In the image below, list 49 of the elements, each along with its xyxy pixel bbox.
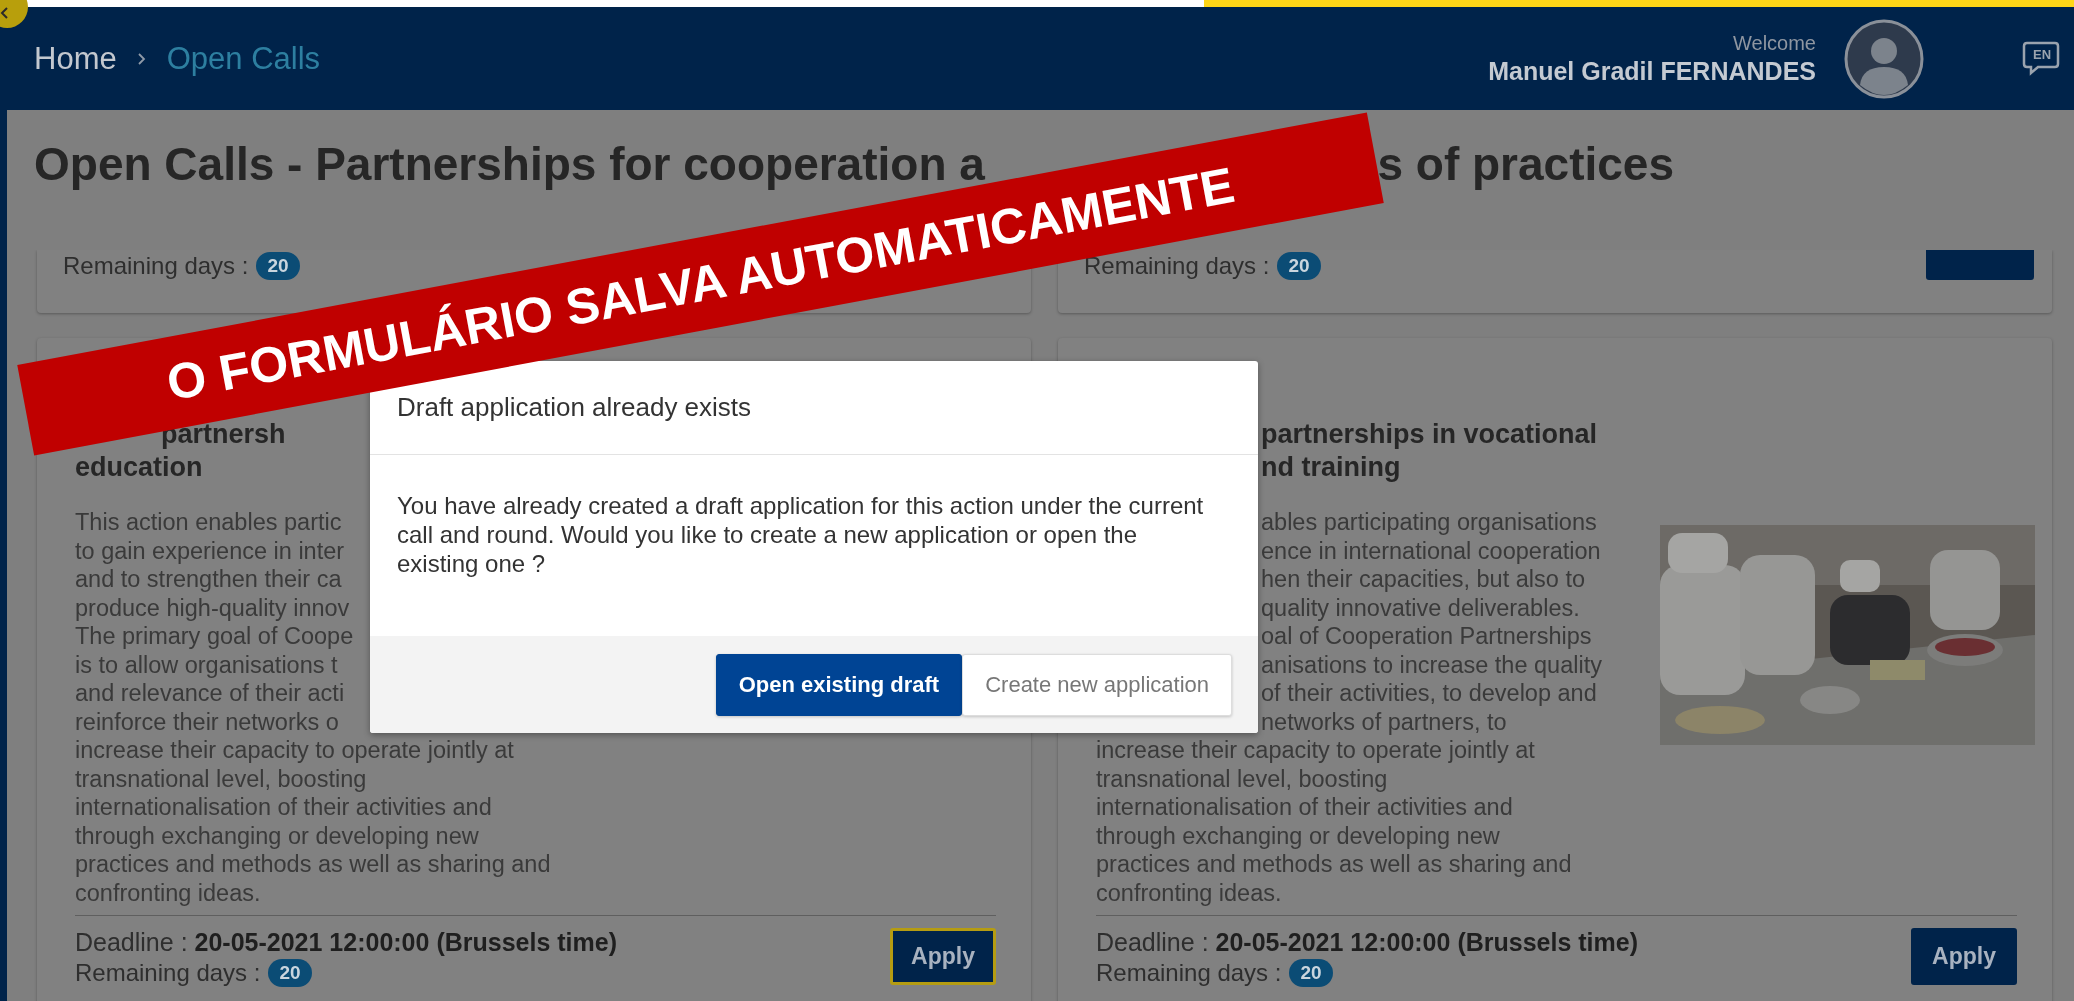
description-line: increase their capacity to operate jointly at	[1096, 736, 1535, 765]
description-line: and to strengthen their ca	[75, 565, 342, 594]
remaining-label: Remaining days :	[63, 252, 249, 280]
description-line: transnational level, boosting	[75, 764, 367, 793]
description-line: internationalisation of their activities and	[1096, 793, 1513, 822]
avatar-icon[interactable]	[1844, 18, 1924, 99]
description-line: The primary goal of Coope	[75, 622, 354, 651]
apply-button[interactable]: Apply	[890, 928, 996, 985]
welcome-text: Welcome	[1733, 31, 1816, 55]
description-line: transnational level, boosting	[1096, 764, 1388, 793]
description-line: and relevance of their acti	[75, 679, 345, 708]
days-badge: 20	[268, 959, 312, 987]
dialog-title: Draft application already exists	[397, 392, 752, 423]
days-badge: 20	[256, 252, 300, 280]
description-line: produce high-quality innov	[75, 593, 350, 622]
description-line: quality innovative deliverables.	[1261, 593, 1580, 622]
deadline-text: Deadline : 20-05-2021 12:00:00 (Brussels time)	[75, 928, 617, 957]
days-badge: 20	[1289, 959, 1333, 987]
dialog-message: You have already created a draft application for this action under the current call and round. Would you like to create a new application or open the existing one ?	[397, 491, 1205, 578]
description-line: confronting ideas.	[75, 878, 261, 907]
deadline-text: Deadline : 20-05-2021 12:00:00 (Brussels time)	[1096, 928, 1638, 957]
description-line: networks of partners, to	[1261, 707, 1507, 736]
description-line: ence in international cooperation	[1261, 536, 1601, 565]
description-line: reinforce their networks o	[75, 707, 339, 736]
remaining-label: Remaining days :	[75, 959, 261, 987]
description-line: of their activities, to develop and	[1261, 679, 1597, 708]
days-badge: 20	[1277, 252, 1321, 280]
description-line: ables participating organisations	[1261, 508, 1597, 537]
description-line: hen their capacities, but also to	[1261, 565, 1585, 594]
description-line: oal of Cooperation Partnerships	[1261, 622, 1592, 651]
card-title: partnersh	[161, 418, 286, 451]
remaining-label: Remaining days :	[1096, 959, 1282, 987]
description-line: practices and methods as well as sharing and	[1096, 850, 1572, 879]
description-line: This action enables partic	[75, 508, 342, 537]
user-name: Manuel Gradil FERNANDES	[1488, 56, 1816, 86]
description-line: practices and methods as well as sharing and	[75, 850, 551, 879]
open-draft-button[interactable]: Open existing draft	[715, 653, 963, 716]
description-line: confronting ideas.	[1096, 878, 1282, 907]
description-line: anisations to increase the quality	[1261, 650, 1602, 679]
description-line: to gain experience in inter	[75, 536, 345, 565]
apply-button[interactable]: Apply	[1911, 928, 2017, 985]
description-line: through exchanging or developing new	[75, 821, 479, 850]
description-line: is to allow organisations t	[75, 650, 338, 679]
breadcrumb-link[interactable]: Home	[34, 40, 117, 77]
chevron-icon	[136, 51, 147, 66]
description-line: increase their capacity to operate jointly at	[75, 736, 514, 765]
description-line: through exchanging or developing new	[1096, 821, 1500, 850]
create-application-button[interactable]: Create new application	[962, 653, 1232, 716]
description-line: internationalisation of their activities and	[75, 793, 492, 822]
